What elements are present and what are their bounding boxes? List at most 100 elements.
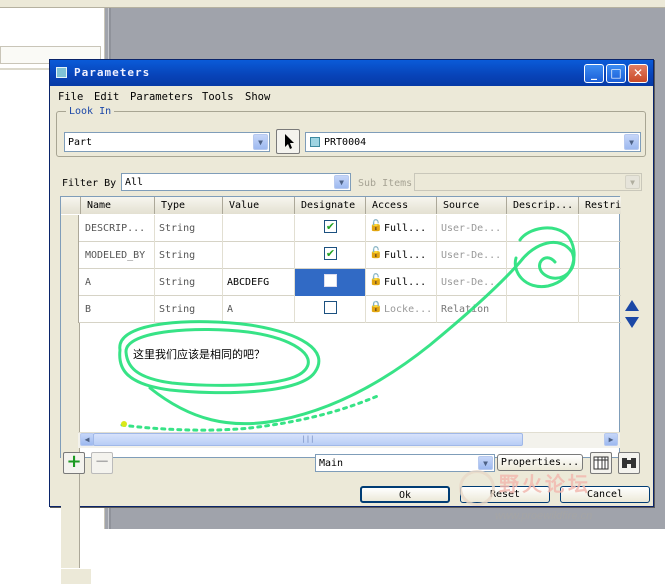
lock-icon: 🔒 xyxy=(369,300,383,313)
cell-designate: ✔ xyxy=(295,215,366,242)
close-button[interactable]: ✕ xyxy=(628,64,648,83)
cell-source: User-De... xyxy=(437,215,507,242)
corner-cell xyxy=(61,197,81,214)
filter-by-label: Filter By xyxy=(62,178,117,189)
cell-access[interactable]: 🔒 Locke... xyxy=(366,296,437,323)
column-value[interactable]: Value xyxy=(223,197,295,214)
menu-show[interactable]: Show xyxy=(245,91,270,103)
chevron-right-icon: ▶ xyxy=(608,435,614,444)
select-item-button[interactable] xyxy=(276,129,300,154)
access-text: Locke... xyxy=(384,304,433,315)
menu-edit[interactable]: Edit xyxy=(94,91,119,103)
table-row[interactable]: DESCRIP... String ✔ 🔓 Full... User-De... xyxy=(61,215,621,242)
maximize-button[interactable]: □ xyxy=(606,64,626,83)
look-in-type-value: Part xyxy=(68,137,93,148)
cell-type[interactable]: String xyxy=(155,269,223,296)
column-type[interactable]: Type xyxy=(155,197,223,214)
parameters-dialog: Parameters _ □ ✕ File Edit Parameters To… xyxy=(49,59,654,584)
cell-source: User-De... xyxy=(437,269,507,296)
table-row[interactable]: B String A 🔒 Locke... Relation xyxy=(61,296,621,323)
scroll-left-button[interactable]: ◀ xyxy=(80,433,94,446)
menu-tools[interactable]: Tools xyxy=(202,91,234,103)
window-icon xyxy=(56,67,67,78)
cell-value[interactable] xyxy=(223,215,295,242)
filter-by-select[interactable]: All ▼ xyxy=(121,173,351,191)
column-description[interactable]: Descrip... xyxy=(507,197,579,214)
column-source[interactable]: Source xyxy=(437,197,507,214)
cell-value[interactable]: ABCDEFG xyxy=(223,269,295,296)
filter-by-value: All xyxy=(125,177,144,188)
chevron-left-icon: ◀ xyxy=(84,435,90,444)
cell-restricted[interactable] xyxy=(579,269,621,296)
cell-description[interactable] xyxy=(507,215,579,242)
column-name[interactable]: Name xyxy=(81,197,155,214)
access-text: Full... xyxy=(384,277,427,288)
title-bar[interactable]: Parameters _ □ ✕ xyxy=(50,60,653,86)
cell-access[interactable]: 🔓 Full... xyxy=(366,269,437,296)
cell-restricted[interactable] xyxy=(579,242,621,269)
add-parameter-button[interactable]: + xyxy=(63,452,85,474)
part-icon xyxy=(310,137,320,147)
column-restricted[interactable]: Restri xyxy=(579,197,621,214)
cell-name[interactable]: MODELED_BY xyxy=(81,242,155,269)
cell-value[interactable] xyxy=(223,242,295,269)
cell-description[interactable] xyxy=(507,242,579,269)
unlock-icon: 🔓 xyxy=(369,273,383,286)
move-down-icon[interactable] xyxy=(625,317,639,328)
chevron-down-icon: ▼ xyxy=(334,175,349,189)
column-access[interactable]: Access xyxy=(366,197,437,214)
maximize-icon: □ xyxy=(610,66,622,80)
scroll-right-button[interactable]: ▶ xyxy=(604,433,618,446)
minimize-button[interactable]: _ xyxy=(584,64,604,83)
close-icon: ✕ xyxy=(632,66,644,80)
menu-parameters[interactable]: Parameters xyxy=(130,91,193,103)
designate-checkbox[interactable]: ✔ xyxy=(324,247,337,260)
cell-name[interactable]: DESCRIP... xyxy=(81,215,155,242)
horizontal-scrollbar[interactable]: ◀ ||| ▶ xyxy=(78,432,620,448)
pointer-arrow-icon xyxy=(285,134,294,149)
menu-file[interactable]: File xyxy=(58,91,83,103)
cell-source: User-De... xyxy=(437,242,507,269)
cell-type[interactable]: String xyxy=(155,242,223,269)
app-toolbar-strip xyxy=(0,0,665,8)
row-header[interactable] xyxy=(61,269,79,296)
cell-access[interactable]: 🔓 Full... xyxy=(366,215,437,242)
sub-items-label: Sub Items xyxy=(358,178,413,189)
sub-items-select[interactable]: ▼ xyxy=(414,173,642,191)
row-header[interactable] xyxy=(61,296,79,323)
column-designate[interactable]: Designate xyxy=(295,197,366,214)
chevron-down-icon: ▼ xyxy=(253,134,268,150)
designate-checkbox[interactable] xyxy=(324,274,337,287)
table-row[interactable]: A String ABCDEFG 🔓 Full... User-De... xyxy=(61,269,621,296)
cell-access[interactable]: 🔓 Full... xyxy=(366,242,437,269)
look-in-label: Look In xyxy=(66,106,115,117)
cell-source: Relation xyxy=(437,296,507,323)
watermark-title: 野火论坛 xyxy=(499,472,591,496)
look-in-model-select[interactable]: PRT0004 ▼ xyxy=(305,132,641,152)
designate-checkbox[interactable]: ✔ xyxy=(324,220,337,233)
cell-type[interactable]: String xyxy=(155,215,223,242)
window-title: Parameters xyxy=(74,66,151,79)
ok-button[interactable]: Ok xyxy=(360,486,450,503)
cell-description[interactable] xyxy=(507,296,579,323)
cell-restricted[interactable] xyxy=(579,215,621,242)
scroll-corner xyxy=(61,569,91,584)
look-in-type-select[interactable]: Part ▼ xyxy=(64,132,270,152)
row-header[interactable] xyxy=(61,242,79,269)
cell-name[interactable]: A xyxy=(81,269,155,296)
minimize-icon: _ xyxy=(591,66,597,80)
scroll-thumb[interactable]: ||| xyxy=(93,433,523,446)
unlock-icon: 🔓 xyxy=(369,219,383,232)
cell-value[interactable]: A xyxy=(223,296,295,323)
cell-type[interactable]: String xyxy=(155,296,223,323)
row-header[interactable] xyxy=(61,215,79,242)
cell-designate: ✔ xyxy=(295,242,366,269)
move-up-icon[interactable] xyxy=(625,300,639,311)
designate-checkbox[interactable] xyxy=(324,301,337,314)
remove-parameter-button[interactable]: − xyxy=(91,452,113,474)
cell-description[interactable] xyxy=(507,269,579,296)
cell-restricted[interactable] xyxy=(579,296,621,323)
annotation-text: 这里我们应该是相同的吧？ xyxy=(133,348,265,361)
cell-name[interactable]: B xyxy=(81,296,155,323)
table-row[interactable]: MODELED_BY String ✔ 🔓 Full... User-De... xyxy=(61,242,621,269)
